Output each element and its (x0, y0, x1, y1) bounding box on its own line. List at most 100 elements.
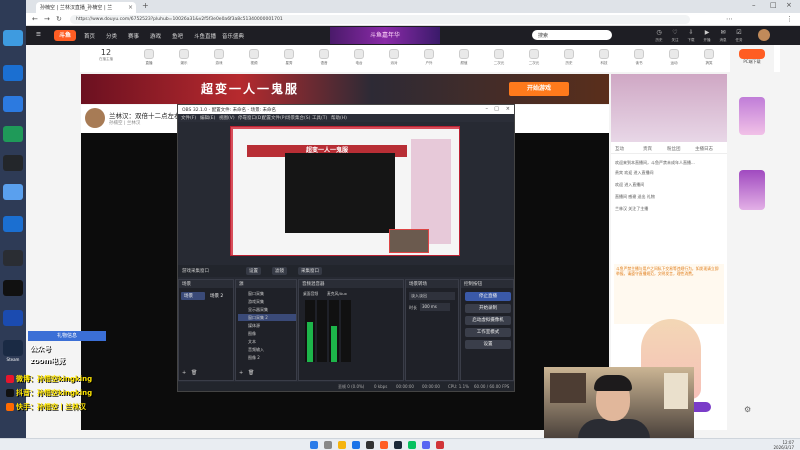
header-promo-banner[interactable]: 斗鱼嘉年华 (330, 27, 440, 44)
tab-fans[interactable]: 粉丝团 (667, 146, 681, 152)
category-item[interactable]: 搞笑 (692, 49, 726, 66)
source-item[interactable]: 音频输入 (238, 346, 296, 353)
nav-yuba[interactable]: 鱼吧 (172, 32, 183, 40)
capture-window-button[interactable]: 采集窗口 (298, 267, 322, 275)
history-icon[interactable]: ◷ (652, 29, 666, 36)
category-item[interactable]: 直播 (132, 49, 166, 66)
nav-live[interactable]: 斗鱼直播 (194, 32, 216, 40)
menu-icon[interactable]: ⋮ (786, 15, 793, 23)
nav-music[interactable]: 音乐盛典 (222, 32, 244, 40)
source-item[interactable]: 媒体源 (238, 322, 296, 329)
user-avatar[interactable] (758, 29, 770, 41)
mini-promo-video[interactable] (611, 74, 727, 142)
settings-icon[interactable]: ⚙ (744, 405, 751, 414)
close-icon[interactable]: × (128, 4, 133, 11)
app-icon[interactable] (436, 441, 444, 449)
settings-button[interactable]: 设置 (465, 340, 511, 349)
category-item[interactable]: 语音 (307, 49, 341, 66)
category-item[interactable]: 电台 (342, 49, 376, 66)
ad-banner[interactable]: 超变一人一鬼服 开始游戏 (81, 74, 609, 104)
source-item[interactable]: 窗口采集 2 (238, 314, 296, 321)
source-filters-button[interactable]: 滤镜 (272, 267, 287, 275)
tab-log[interactable]: 主播日志 (695, 146, 713, 152)
desktop-app-icon[interactable] (3, 155, 23, 171)
desktop-app-icon[interactable] (3, 65, 23, 81)
transition-select[interactable]: 淡入淡出 (409, 292, 455, 300)
desktop-app-icon[interactable] (3, 280, 23, 296)
source-item[interactable]: 图像 2 (238, 354, 296, 361)
streamer-avatar[interactable] (85, 108, 105, 128)
wechat-icon[interactable] (408, 441, 416, 449)
desktop-app-icon[interactable] (3, 250, 23, 266)
tab-interact[interactable]: 互动 (615, 146, 624, 152)
category-item[interactable]: 读书 (622, 49, 656, 66)
mic-audio-fader[interactable] (341, 300, 351, 362)
menu-file[interactable]: 文件(F) (181, 115, 196, 121)
category-item[interactable]: 科技 (587, 49, 621, 66)
promo-item[interactable] (734, 170, 770, 210)
desktop-app-icon[interactable] (3, 96, 23, 112)
forward-icon[interactable]: → (44, 15, 50, 23)
reload-icon[interactable]: ↻ (56, 15, 62, 23)
start-icon[interactable] (310, 441, 318, 449)
nav-category[interactable]: 分类 (106, 32, 117, 40)
category-item[interactable]: 户外 (412, 49, 446, 66)
start-game-button[interactable]: 开始游戏 (509, 82, 569, 96)
task-icon[interactable]: ☑ (732, 29, 746, 36)
desktop-app-icon[interactable] (3, 30, 23, 46)
remove-scene-icon[interactable]: 🗑 (191, 370, 197, 376)
download-icon[interactable]: ⇩ (684, 29, 698, 36)
category-item[interactable]: 运动 (657, 49, 691, 66)
category-item[interactable]: 娱乐 (167, 49, 201, 66)
url-input[interactable]: https://www.douyu.com/6752523?pluhub=100… (70, 15, 690, 24)
source-item[interactable]: 图像 (238, 330, 296, 337)
category-item[interactable]: 二次元 (517, 49, 551, 66)
add-source-icon[interactable]: + (239, 370, 243, 376)
close-window-icon[interactable]: × (786, 1, 792, 9)
new-tab-button[interactable]: + (142, 1, 149, 10)
extensions-icon[interactable]: ⋯ (726, 15, 733, 23)
category-item[interactable]: 视频 (237, 49, 271, 66)
search-icon[interactable] (324, 441, 332, 449)
duration-input[interactable]: 300 ms (420, 303, 450, 311)
menu-help[interactable]: 帮助(H) (331, 115, 347, 121)
category-item[interactable]: 游戏 (202, 49, 236, 66)
category-item[interactable]: 颜值 (447, 49, 481, 66)
nav-home[interactable]: 首页 (84, 32, 95, 40)
steam-icon[interactable] (394, 441, 402, 449)
broadcast-icon[interactable]: ▶ (700, 29, 714, 36)
steam-icon[interactable] (3, 340, 23, 356)
browser-tab[interactable]: 孙楠空 | 兰林汉直播_孙楠空 | 兰 × (36, 2, 136, 13)
follow-icon[interactable]: ♡ (668, 29, 682, 36)
category-item[interactable]: 星秀 (272, 49, 306, 66)
studio-mode-button[interactable]: 工作室模式 (465, 328, 511, 337)
start-recording-button[interactable]: 开始录制 (465, 304, 511, 313)
source-settings-button[interactable]: 设置 (246, 267, 261, 275)
category-item[interactable]: 派对 (377, 49, 411, 66)
maximize-icon[interactable]: □ (494, 106, 499, 112)
site-logo[interactable]: 斗鱼 (54, 30, 76, 41)
nav-games[interactable]: 游戏 (150, 32, 161, 40)
minimize-icon[interactable]: – (486, 106, 489, 112)
remove-source-icon[interactable]: 🗑 (248, 370, 254, 376)
menu-icon[interactable]: ☰ (36, 32, 41, 38)
maximize-icon[interactable]: □ (770, 1, 777, 9)
douyu-icon[interactable] (380, 441, 388, 449)
menu-profile[interactable]: 配置文件(P) (262, 115, 286, 121)
desktop-app-icon[interactable] (3, 310, 23, 326)
browser-icon[interactable] (352, 441, 360, 449)
back-icon[interactable]: ← (32, 15, 38, 23)
menu-tools[interactable]: 工具(T) (312, 115, 327, 121)
category-item[interactable]: 二次元 (482, 49, 516, 66)
desktop-app-icon[interactable] (3, 216, 23, 232)
search-input[interactable]: 搜索 (532, 30, 612, 40)
obs-preview[interactable]: 超变一人一鬼服 (230, 126, 460, 256)
add-scene-icon[interactable]: + (182, 370, 186, 376)
category-item[interactable]: 历史 (552, 49, 586, 66)
pc-download-item[interactable]: PC端下载 (734, 49, 770, 65)
nav-events[interactable]: 赛事 (128, 32, 139, 40)
close-icon[interactable]: × (506, 106, 510, 112)
minimize-icon[interactable]: – (752, 1, 756, 9)
menu-docks[interactable]: 停靠窗口(D) (238, 115, 263, 121)
scene-item[interactable]: 场景 2 (207, 292, 233, 300)
